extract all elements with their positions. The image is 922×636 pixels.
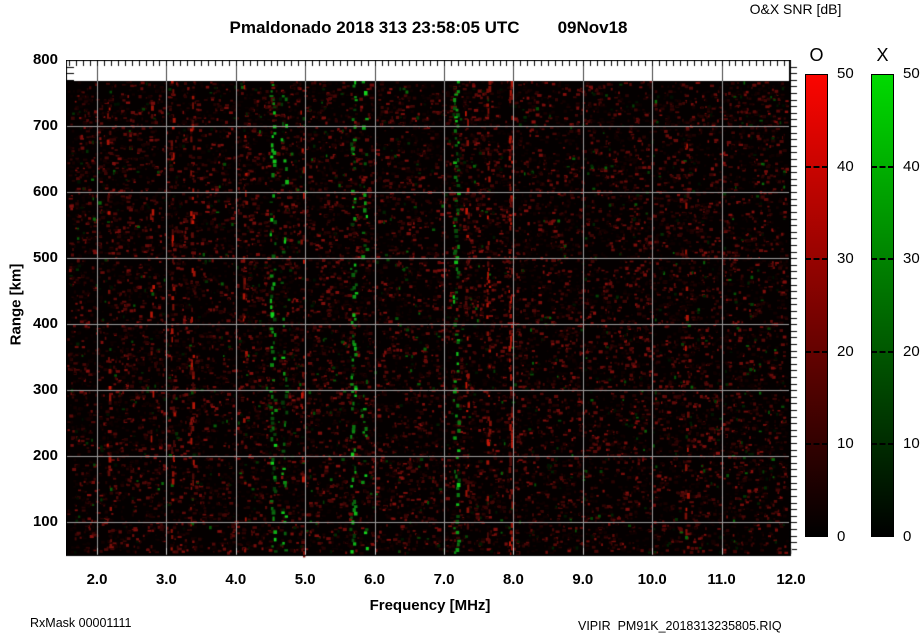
x-tick-label: 10.0 [637,571,667,588]
plot-title: Pmaldonado 2018 313 23:58:05 UTC [229,18,520,37]
x-tick-label: 12.0 [776,571,806,588]
colorbar-o-gradient [805,74,828,537]
x-tick-label: 3.0 [155,571,177,588]
colorbar-dashed-tick [871,350,894,353]
colorbar-x-tick-label: 40 [903,157,920,175]
colorbar-dashed-tick [805,443,828,446]
x-tick-label: 7.0 [433,571,455,588]
y-tick-label: 100 [32,513,58,531]
rxmask-label: RxMask 00001111 [30,616,132,630]
x-tick-label: 2.0 [86,571,108,588]
colorbar-o-tick-label: 10 [837,435,854,453]
ionogram-snr-plot: Pmaldonado 2018 313 23:58:05 UTC 09Nov18 … [0,0,922,636]
x-tick-label: 9.0 [572,571,594,588]
x-tick-label: 6.0 [364,571,386,588]
x-axis-title: Frequency [MHz] [369,597,491,614]
y-axis-title: Range [km] [7,263,25,346]
colorbar-dashed-tick [805,258,828,261]
colorbar-o-tick-label: 30 [837,250,854,268]
colorbar-dashed-tick [805,350,828,353]
colorbar-o-tick-label: 50 [837,65,854,82]
y-tick-label: 700 [32,117,58,135]
colorbar-x-tick-label: 0 [903,528,912,545]
x-tick-label: 11.0 [707,571,736,588]
x-tick-label: 8.0 [502,571,524,588]
colorbar-o-header: O [809,45,824,65]
colorbar-title: O&X SNR [dB] [749,1,842,17]
colorbar-x-header: X [876,45,889,65]
colorbar-x-gradient [871,74,894,537]
plot-title-row: Pmaldonado 2018 313 23:58:05 UTC 09Nov18 [66,18,791,38]
x-tick-label: 4.0 [225,571,247,588]
colorbar-x-tick-label: 10 [903,435,920,453]
colorbar-dashed-tick [871,258,894,261]
heatmap-canvas [66,60,802,560]
y-tick-label: 800 [32,51,58,68]
colorbar-o-tick-label: 40 [837,157,854,175]
y-tick-label: 300 [32,381,58,399]
colorbar-x-tick-label: 30 [903,250,920,268]
colorbar-x-tick-label: 20 [903,342,920,360]
data-file-label: VIPIR PM91K_2018313235805.RIQ [578,619,782,633]
colorbar-x-tick-label: 50 [903,65,920,82]
y-tick-label: 200 [32,447,58,465]
colorbar-o-tick-label: 20 [837,342,854,360]
plot-date: 09Nov18 [557,18,628,37]
colorbar-dashed-tick [805,165,828,168]
x-tick-label: 5.0 [294,571,316,588]
colorbar-o-tick-label: 0 [837,528,846,545]
y-tick-label: 600 [32,183,58,201]
colorbar-dashed-tick [871,443,894,446]
colorbar-dashed-tick [871,165,894,168]
